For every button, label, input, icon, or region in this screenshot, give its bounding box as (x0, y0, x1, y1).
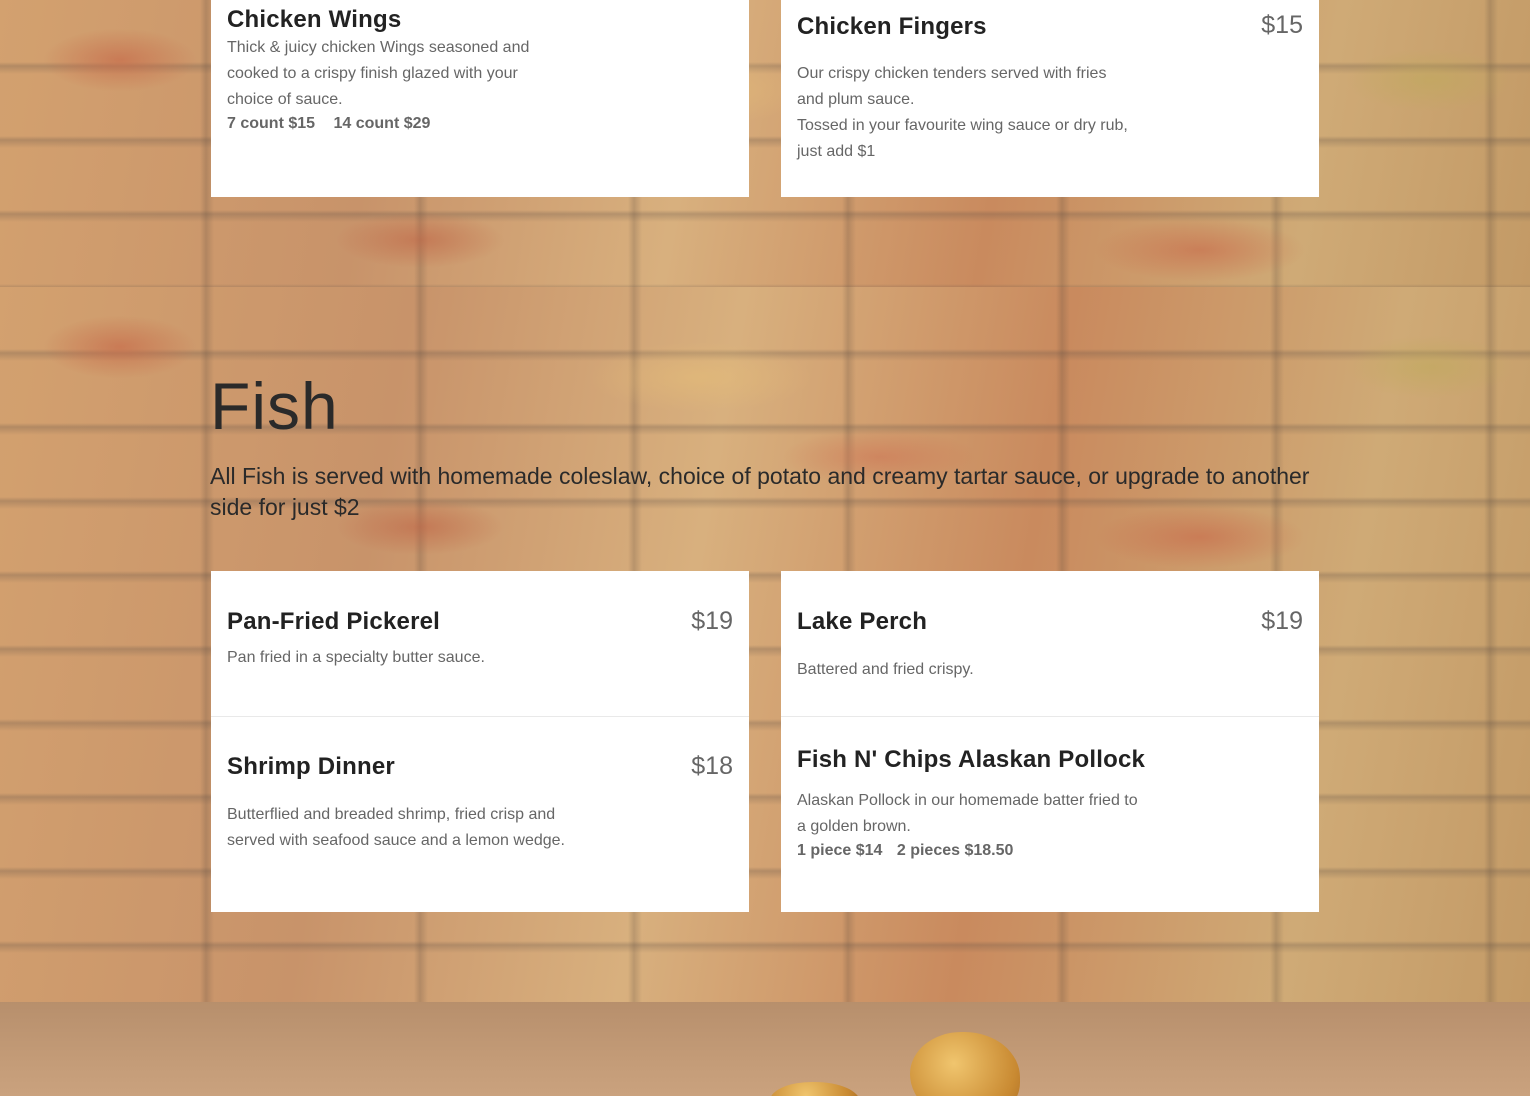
food-nugget-image (910, 1032, 1020, 1096)
item-description: Our crispy chicken tenders served with f… (797, 65, 1107, 108)
food-photo-background (0, 1002, 1530, 1096)
item-price: $15 (1261, 11, 1303, 39)
item-option: 14 count $29 (333, 115, 431, 132)
item-description: Alaskan Pollock in our homemade batter f… (797, 792, 1138, 835)
item-divider (211, 716, 749, 717)
item-price: $19 (1261, 607, 1303, 635)
menu-card: Pan-Fried Pickerel $19 Pan fried in a sp… (211, 571, 749, 912)
item-description: Butterflied and breaded shrimp, fried cr… (227, 806, 565, 849)
item-option: 7 count $15 (227, 115, 316, 132)
item-price: $19 (691, 607, 733, 635)
item-title: Chicken Fingers (797, 13, 987, 40)
item-description: Thick & juicy chicken Wings seasoned and… (227, 39, 530, 108)
item-price: $18 (691, 752, 733, 780)
item-divider (781, 716, 1319, 717)
section-description: All Fish is served with homemade colesla… (210, 463, 1310, 520)
item-note: Tossed in your favourite wing sauce or d… (797, 117, 1128, 160)
menu-card: Chicken Wings Thick & juicy chicken Wing… (211, 0, 749, 197)
item-options: 7 count $15 14 count $29 (227, 115, 444, 133)
food-nugget-image (770, 1082, 860, 1096)
item-title: Pan-Fried Pickerel (227, 608, 441, 635)
item-title: Lake Perch (797, 608, 928, 635)
item-title: Shrimp Dinner (227, 753, 395, 780)
item-description: Battered and fried crispy. (797, 661, 974, 678)
menu-card: Lake Perch $19 Battered and fried crispy… (781, 571, 1319, 912)
item-option: 2 pieces $18.50 (896, 842, 1014, 859)
item-description: Pan fried in a specialty butter sauce. (227, 649, 485, 666)
item-title: Fish N' Chips Alaskan Pollock (797, 746, 1146, 773)
menu-card: Chicken Fingers $15 Our crispy chicken t… (781, 0, 1319, 197)
section-title: Fish (210, 369, 339, 443)
item-options: 1 piece $14 2 pieces $18.50 (797, 842, 1027, 860)
item-option: 1 piece $14 (797, 842, 883, 859)
item-title: Chicken Wings (227, 6, 402, 33)
